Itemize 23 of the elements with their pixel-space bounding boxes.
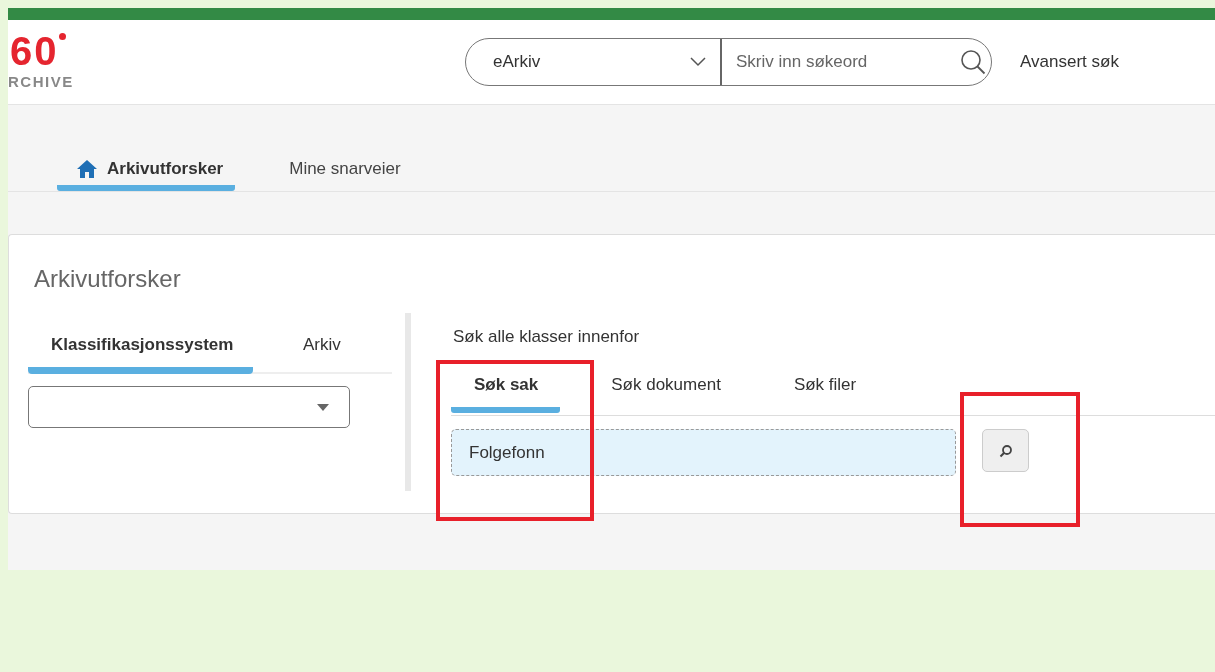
logo-dot-icon [58,32,66,40]
home-icon [77,160,97,178]
tab[interactable]: Søk sak [451,375,561,413]
panel-title: Arkivutforsker [33,264,182,294]
chevron-down-icon [690,57,706,67]
logo-number: 60 [10,30,59,71]
logo-word: RCHIVE [8,72,75,90]
search-field[interactable]: Folgefonn [451,429,956,476]
scope-select[interactable]: eArkiv [466,39,722,85]
dropdown-field[interactable] [28,386,350,428]
tab[interactable]: Arkiv [253,331,341,374]
search-icon [998,443,1013,458]
tab[interactable]: Søk dokument [588,375,743,413]
tab[interactable]: Klassifikasjonssystem [28,331,253,374]
search-field[interactable]: Skriv inn søkeord [734,51,956,73]
nav-tab[interactable]: Arkivutforsker [57,153,236,191]
search-icon[interactable] [960,49,986,75]
advanced-search-link[interactable]: Avansert søk [1020,52,1119,72]
caret-down-icon [317,403,329,411]
search-button[interactable] [982,429,1029,472]
caption-text: Søk alle klasser innenfor [452,327,641,347]
tab[interactable]: Søk filer [770,375,879,413]
nav-tab[interactable]: Mine snarveier [269,153,413,191]
